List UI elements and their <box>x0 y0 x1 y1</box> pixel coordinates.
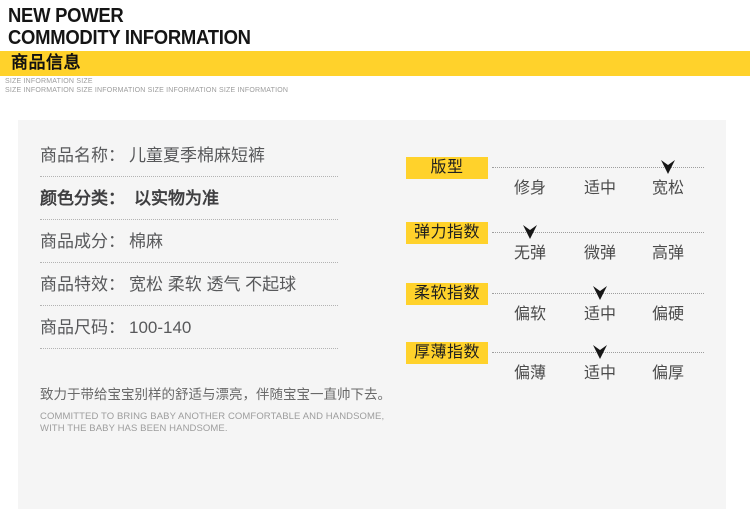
indicator-option: 适中 <box>583 180 616 197</box>
brand-title-line1: NEW POWER <box>8 4 124 27</box>
spec-row-features: 商品特效： 宽松 柔软 透气 不起球 <box>40 263 338 306</box>
indicator-option: 偏硬 <box>651 306 684 323</box>
spec-label: 颜色分类： <box>40 189 125 208</box>
tagline-english-line1: COMMITTED TO BRING BABY ANOTHER COMFORTA… <box>40 411 385 422</box>
spec-row-color: 颜色分类： 以实物为准 <box>40 177 338 220</box>
tagline-english: COMMITTED TO BRING BABY ANOTHER COMFORTA… <box>40 411 400 435</box>
spec-row-size: 商品尺码： 100-140 <box>40 306 338 349</box>
size-info-text: SIZE INFORMATION SIZE SIZE INFORMATION S… <box>5 78 288 95</box>
indicator-option: 微弹 <box>583 245 616 262</box>
indicator-softness: 柔软指数 偏软 适中 偏硬 <box>406 283 718 341</box>
product-info-page: NEW POWER COMMODITY INFORMATION 商品信息 SIZ… <box>0 0 750 509</box>
size-info-line1: SIZE INFORMATION SIZE <box>5 78 93 85</box>
spec-row-name: 商品名称： 儿童夏季棉麻短裤 <box>40 134 338 177</box>
selection-arrow-icon <box>593 286 607 300</box>
spec-value: 宽松 柔软 透气 不起球 <box>129 275 297 294</box>
indicator-elasticity: 弹力指数 无弹 微弹 高弹 <box>406 222 718 280</box>
spec-value: 棉麻 <box>129 232 163 251</box>
tagline-chinese: 致力于带给宝宝别样的舒适与漂亮，伴随宝宝一直帅下去。 <box>40 387 391 402</box>
indicator-option: 偏薄 <box>513 365 546 382</box>
indicator-option: 适中 <box>583 306 616 323</box>
indicator-option: 高弹 <box>651 245 684 262</box>
indicator-label: 柔软指数 <box>406 283 488 305</box>
selection-arrow-icon <box>523 225 537 239</box>
spec-list: 商品名称： 儿童夏季棉麻短裤 颜色分类： 以实物为准 商品成分： 棉麻 商品特效： 宽松… <box>40 134 338 349</box>
indicator-label: 弹力指数 <box>406 222 488 244</box>
selection-arrow-icon <box>593 345 607 359</box>
indicator-option: 适中 <box>583 365 616 382</box>
section-banner: 商品信息 <box>0 51 750 76</box>
brand-title-line2: COMMODITY INFORMATION <box>8 25 251 49</box>
size-info-line2: SIZE INFORMATION SIZE INFORMATION SIZE I… <box>5 86 289 94</box>
tagline-english-line2: WITH THE BABY HAS BEEN HANDSOME. <box>40 423 228 434</box>
spec-row-material: 商品成分： 棉麻 <box>40 220 338 263</box>
indicator-option: 宽松 <box>651 180 684 197</box>
spec-label: 商品成分： <box>40 232 125 251</box>
selection-arrow-icon <box>661 160 675 174</box>
spec-label: 商品特效： <box>40 275 125 294</box>
indicator-option: 无弹 <box>513 245 546 262</box>
tagline: 致力于带给宝宝别样的舒适与漂亮，伴随宝宝一直帅下去。 COMMITTED TO … <box>40 386 400 435</box>
indicator-label: 版型 <box>406 157 488 179</box>
indicator-label: 厚薄指数 <box>406 342 488 364</box>
section-banner-label: 商品信息 <box>11 53 81 72</box>
indicator-thickness: 厚薄指数 偏薄 适中 偏厚 <box>406 342 718 400</box>
indicator-option: 偏软 <box>513 306 546 323</box>
product-info-card: 商品名称： 儿童夏季棉麻短裤 颜色分类： 以实物为准 商品成分： 棉麻 商品特效： 宽松… <box>18 120 726 509</box>
indicator-option: 修身 <box>513 180 546 197</box>
spec-value: 100-140 <box>129 318 192 337</box>
brand-title: NEW POWER COMMODITY INFORMATION <box>8 5 251 48</box>
spec-value: 儿童夏季棉麻短裤 <box>129 146 265 165</box>
spec-label: 商品名称： <box>40 146 125 165</box>
indicator-fit: 版型 修身 适中 宽松 <box>406 157 718 215</box>
spec-value: 以实物为准 <box>134 189 219 208</box>
indicator-option: 偏厚 <box>651 365 684 382</box>
spec-label: 商品尺码： <box>40 318 125 337</box>
